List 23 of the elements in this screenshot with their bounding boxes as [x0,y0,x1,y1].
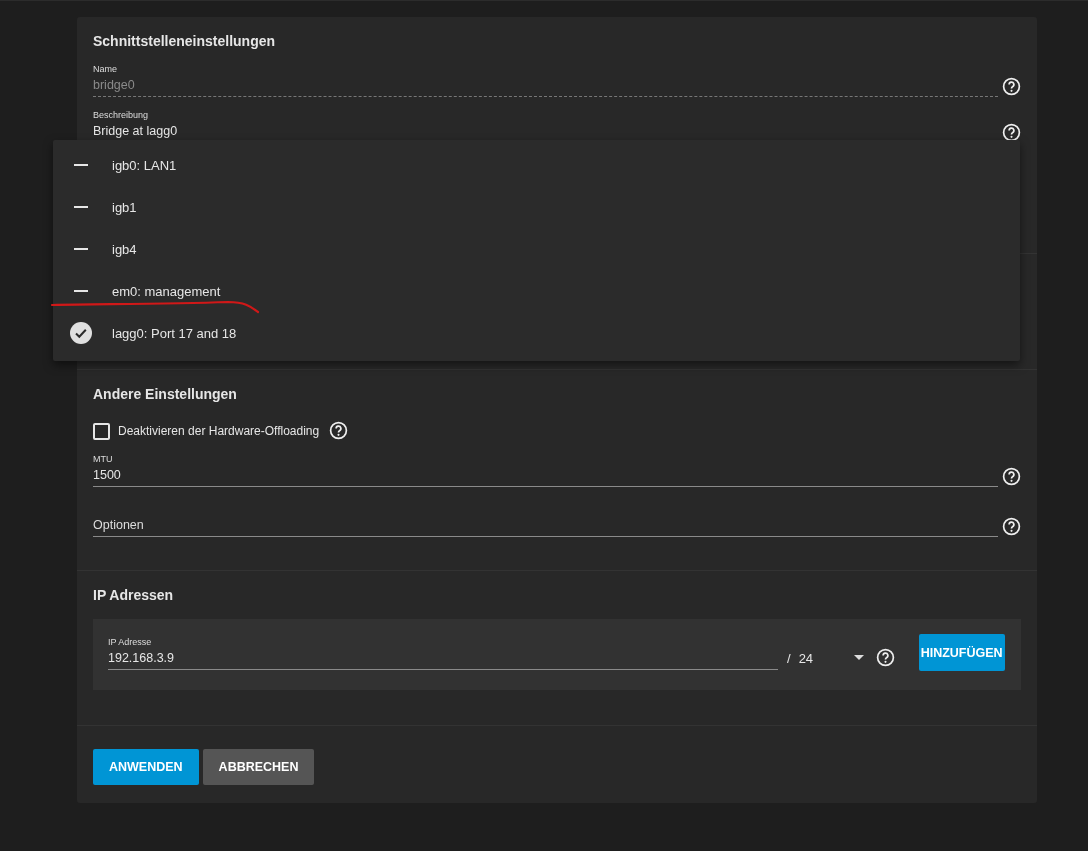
menu-option[interactable]: igb0: LAN1 [53,144,1020,186]
help-icon[interactable] [1002,467,1021,486]
help-icon[interactable] [1002,77,1021,96]
mtu-field[interactable]: MTU 1500 [93,453,998,487]
netmask-select[interactable]: 24 [798,639,854,666]
separator: / [787,650,791,666]
help-icon[interactable] [1002,517,1021,536]
menu-option[interactable]: em0: management [53,270,1020,312]
checkbox[interactable] [93,422,110,440]
help-icon[interactable] [329,421,349,440]
help-icon[interactable] [875,647,895,667]
help-icon[interactable] [1002,123,1021,142]
cancel-button[interactable]: ABBRECHEN [202,749,315,785]
section-title: Andere Einstellungen [93,385,238,404]
caret-icon[interactable] [853,655,864,660]
menu-option[interactable]: igb1 [53,186,1020,228]
checkbox-label: Deaktivieren der Hardware-Offloading [118,424,320,438]
options-field[interactable]: Optionen [93,505,998,537]
menu-option[interactable]: igb4 [53,228,1020,270]
ip-address-field[interactable]: IP Adresse 192.168.3.9 [108,635,778,670]
section-title: IP Adressen [93,586,175,605]
section-title: Schnittstelleneinstellungen [93,32,277,51]
menu-option[interactable]: lagg0: Port 17 and 18 [53,312,1020,354]
